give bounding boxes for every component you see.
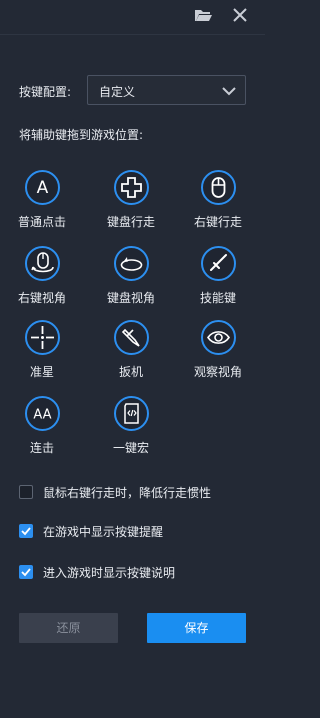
rotate-view-icon	[114, 246, 149, 281]
checkbox-checked[interactable]	[19, 565, 33, 579]
svg-text:A: A	[37, 178, 49, 198]
mouse-rotate-icon	[25, 246, 60, 281]
key-label: 观察视角	[193, 365, 242, 379]
key-config-dropdown[interactable]: 自定义	[87, 75, 246, 105]
option-label: 进入游戏时显示按键说明	[43, 566, 176, 580]
letters-aa-icon: AA	[25, 396, 60, 431]
dpad-icon	[114, 170, 149, 205]
title-divider	[0, 34, 265, 35]
eye-icon	[201, 320, 236, 355]
title-bar	[0, 0, 265, 30]
option-label: 在游戏中显示按键提醒	[43, 525, 164, 539]
key-label: 连击	[29, 441, 54, 455]
key-label: 扳机	[118, 365, 143, 379]
key-crosshair[interactable]: 准星	[9, 320, 75, 392]
close-icon[interactable]	[229, 4, 251, 26]
chevron-down-icon	[222, 87, 236, 96]
key-label: 右键行走	[193, 215, 242, 229]
key-label: 键盘视角	[106, 291, 155, 305]
key-macro[interactable]: 一键宏	[98, 396, 164, 468]
key-label: 普通点击	[17, 215, 66, 229]
option-show-key-guide[interactable]: 进入游戏时显示按键说明	[19, 563, 219, 581]
checkmark-icon	[21, 568, 31, 577]
option-show-key-reminder[interactable]: 在游戏中显示按键提醒	[19, 522, 219, 540]
option-label: 鼠标右键行走时，降低行走惯性	[43, 486, 212, 500]
key-combo[interactable]: AA 连击	[9, 396, 75, 468]
key-observe-view[interactable]: 观察视角	[185, 320, 251, 392]
reset-button[interactable]: 还原	[19, 613, 118, 643]
checkbox-checked[interactable]	[19, 524, 33, 538]
crosshair-icon	[25, 320, 60, 355]
trigger-icon	[114, 320, 149, 355]
key-label: 准星	[29, 365, 54, 379]
letter-a-icon: A	[25, 170, 60, 205]
key-label: 键盘行走	[106, 215, 155, 229]
key-right-click-view[interactable]: 右键视角	[9, 246, 75, 318]
key-label: 技能键	[199, 291, 236, 305]
svg-text:AA: AA	[33, 408, 51, 423]
save-button[interactable]: 保存	[147, 613, 246, 643]
key-normal-click[interactable]: A 普通点击	[9, 170, 75, 242]
mouse-icon	[201, 170, 236, 205]
key-skill[interactable]: 技能键	[185, 246, 251, 318]
key-label: 右键视角	[17, 291, 66, 305]
key-right-click-walk[interactable]: 右键行走	[185, 170, 251, 242]
macro-script-icon	[114, 396, 149, 431]
drag-hint-text: 将辅助键拖到游戏位置:	[19, 128, 144, 142]
sword-icon	[201, 246, 236, 281]
key-keyboard-walk[interactable]: 键盘行走	[98, 170, 164, 242]
option-reduce-inertia[interactable]: 鼠标右键行走时，降低行走惯性	[19, 483, 249, 501]
key-config-label: 按键配置:	[19, 85, 72, 99]
key-config-value: 自定义	[99, 85, 136, 99]
checkmark-icon	[21, 527, 31, 536]
key-keyboard-view[interactable]: 键盘视角	[98, 246, 164, 318]
key-trigger[interactable]: 扳机	[98, 320, 164, 392]
checkbox-unchecked[interactable]	[19, 485, 33, 499]
folder-open-icon[interactable]	[192, 4, 214, 26]
key-label: 一键宏	[112, 441, 149, 455]
